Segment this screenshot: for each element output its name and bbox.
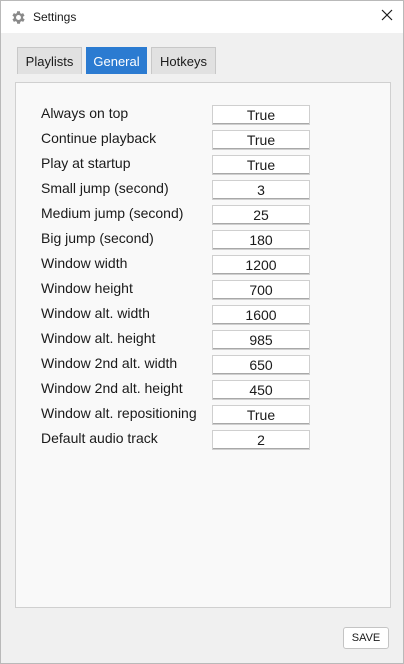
setting-row-window-alt-repositioning: Window alt. repositioning True xyxy=(16,404,390,429)
setting-label: Window height xyxy=(41,280,133,296)
setting-row-always-on-top: Always on top True xyxy=(16,104,390,129)
setting-value-field[interactable]: True xyxy=(212,105,310,125)
gear-icon xyxy=(10,9,27,26)
setting-row-window-alt-height: Window alt. height 985 xyxy=(16,329,390,354)
setting-label: Window alt. height xyxy=(41,330,156,346)
setting-label: Always on top xyxy=(41,105,129,121)
setting-value-field[interactable]: 650 xyxy=(212,355,310,375)
setting-value-field[interactable]: True xyxy=(212,130,310,150)
setting-label: Medium jump (second) xyxy=(41,205,184,221)
setting-value-field[interactable]: 700 xyxy=(212,280,310,300)
setting-row-window-2nd-alt-width: Window 2nd alt. width 650 xyxy=(16,354,390,379)
setting-label: Window alt. repositioning xyxy=(41,405,197,421)
setting-value-field[interactable]: 3 xyxy=(212,180,310,200)
setting-row-medium-jump: Medium jump (second) 25 xyxy=(16,204,390,229)
tab-playlists[interactable]: Playlists xyxy=(17,47,82,74)
setting-label: Small jump (second) xyxy=(41,180,169,196)
save-button[interactable]: SAVE xyxy=(343,627,389,649)
setting-row-window-height: Window height 700 xyxy=(16,279,390,304)
setting-row-window-2nd-alt-height: Window 2nd alt. height 450 xyxy=(16,379,390,404)
setting-value-field[interactable]: 450 xyxy=(212,380,310,400)
setting-label: Window 2nd alt. width xyxy=(41,355,178,371)
tab-hotkeys[interactable]: Hotkeys xyxy=(151,47,216,74)
setting-row-small-jump: Small jump (second) 3 xyxy=(16,179,390,204)
setting-value-field[interactable]: 1600 xyxy=(212,305,310,325)
setting-label: Play at startup xyxy=(41,155,131,171)
setting-label: Continue playback xyxy=(41,130,157,146)
title-bar: Settings xyxy=(1,1,403,33)
tab-label: Hotkeys xyxy=(160,53,207,69)
setting-row-big-jump: Big jump (second) 180 xyxy=(16,229,390,254)
setting-value-field[interactable]: 25 xyxy=(212,205,310,225)
setting-value-field[interactable]: 180 xyxy=(212,230,310,250)
setting-label: Window alt. width xyxy=(41,305,150,321)
setting-label: Default audio track xyxy=(41,430,158,446)
window-title: Settings xyxy=(33,10,77,24)
settings-window: Settings Playlists General Hotkeys Alway… xyxy=(0,0,404,664)
setting-value-field[interactable]: 1200 xyxy=(212,255,310,275)
close-button[interactable] xyxy=(371,1,403,33)
tab-general[interactable]: General xyxy=(86,47,147,74)
setting-row-window-width: Window width 1200 xyxy=(16,254,390,279)
setting-row-window-alt-width: Window alt. width 1600 xyxy=(16,304,390,329)
setting-label: Big jump (second) xyxy=(41,230,154,246)
setting-value-field[interactable]: True xyxy=(212,405,310,425)
setting-value-field[interactable]: 985 xyxy=(212,330,310,350)
setting-row-continue-playback: Continue playback True xyxy=(16,129,390,154)
close-icon xyxy=(381,8,393,26)
setting-label: Window 2nd alt. height xyxy=(41,380,183,396)
setting-row-play-at-startup: Play at startup True xyxy=(16,154,390,179)
setting-label: Window width xyxy=(41,255,128,271)
tab-label: Playlists xyxy=(25,53,74,69)
general-settings-panel: Always on top True Continue playback Tru… xyxy=(15,82,391,608)
setting-value-field[interactable]: 2 xyxy=(212,430,310,450)
setting-row-default-audio-track: Default audio track 2 xyxy=(16,429,390,454)
tab-label: General xyxy=(93,53,140,69)
setting-value-field[interactable]: True xyxy=(212,155,310,175)
